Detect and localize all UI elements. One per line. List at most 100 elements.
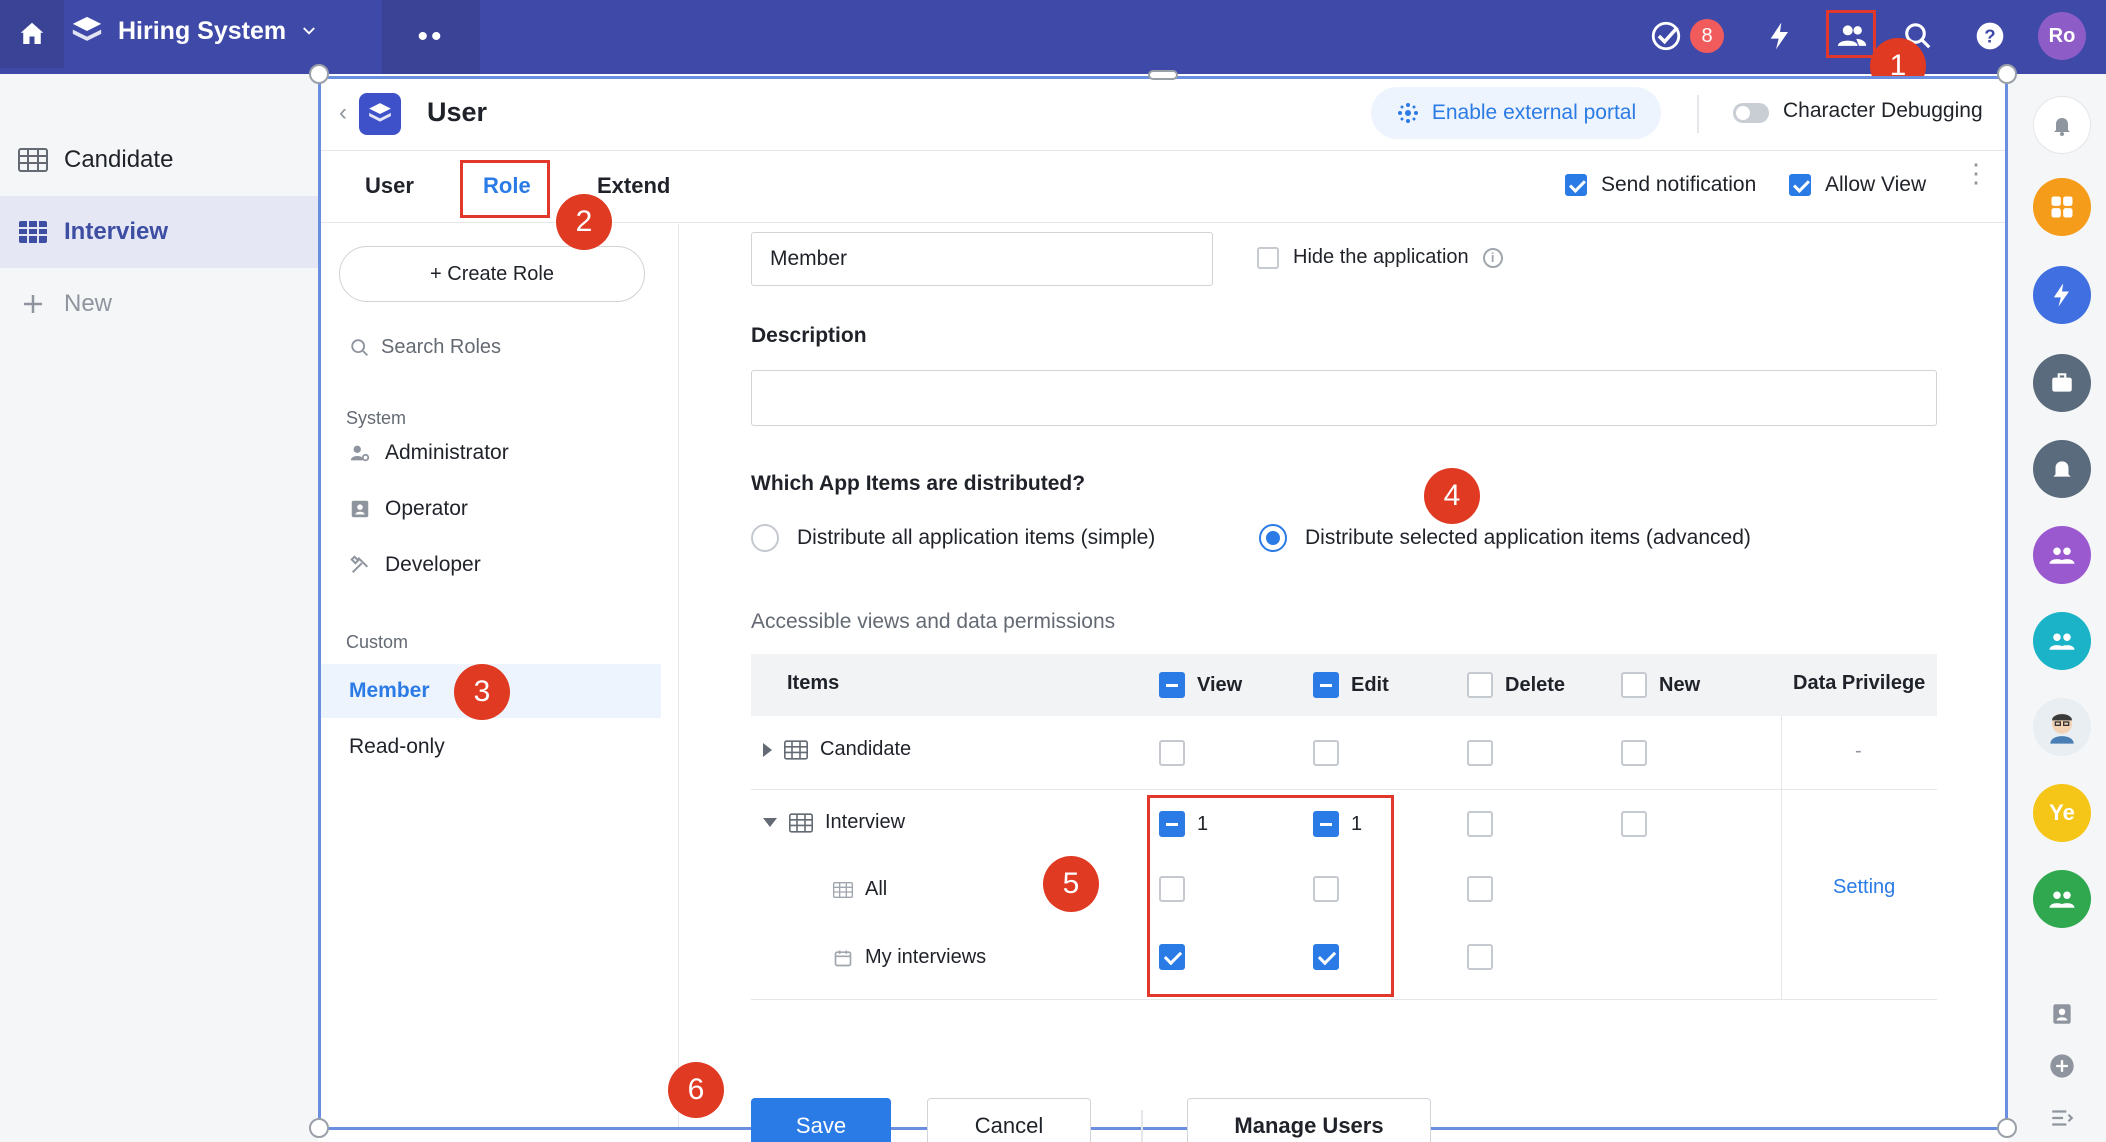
candidate-new-checkbox[interactable] (1621, 740, 1647, 766)
resize-handle[interactable] (309, 1118, 329, 1138)
cancel-button[interactable]: Cancel (927, 1098, 1091, 1142)
interview-new-checkbox[interactable] (1621, 811, 1647, 837)
plus-icon (24, 295, 42, 313)
table-row-interview[interactable]: Interview (763, 811, 905, 834)
portal-button-label: Enable external portal (1431, 101, 1637, 124)
resize-handle[interactable] (1997, 1118, 2017, 1138)
character-debugging-toggle[interactable] (1733, 103, 1769, 123)
table-row-my-interviews[interactable]: My interviews (833, 946, 986, 969)
role-label: Operator (385, 497, 468, 520)
resize-handle[interactable] (1148, 70, 1178, 80)
app-switcher[interactable]: Hiring System (70, 14, 318, 48)
row-divider (751, 789, 1937, 790)
new-all-checkbox[interactable] (1621, 672, 1647, 698)
search-roles-input[interactable]: Search Roles (349, 336, 501, 359)
bell-icon[interactable] (2033, 96, 2091, 154)
role-name-input[interactable]: Member (751, 232, 1213, 286)
tab-extend[interactable]: Extend (597, 173, 670, 199)
column-label: Delete (1505, 673, 1566, 696)
annotation-5: 5 (1043, 856, 1099, 912)
group-avatar-icon[interactable] (2033, 870, 2091, 928)
sidebar-item-new[interactable]: New (0, 268, 318, 340)
right-rail: Ye (2008, 74, 2106, 1142)
candidate-view-checkbox[interactable] (1159, 740, 1185, 766)
add-circle-icon[interactable] (2042, 1046, 2082, 1086)
team-avatar-icon[interactable] (2033, 612, 2091, 670)
person-avatar-icon[interactable] (2033, 698, 2091, 756)
sidebar-item-interview[interactable]: Interview (0, 196, 318, 268)
manage-users-button[interactable]: Manage Users (1187, 1098, 1431, 1142)
column-header-edit[interactable]: Edit (1313, 672, 1389, 698)
notification-app-icon[interactable] (2033, 440, 2091, 498)
hide-application-checkbox[interactable]: Hide the application i (1257, 246, 1503, 269)
interview-delete-checkbox[interactable] (1467, 811, 1493, 837)
app-sidebar: Candidate Interview New (0, 74, 318, 1142)
expand-icon[interactable] (763, 742, 772, 757)
dialog-header: ‹ User Enable external portal Character … (321, 79, 2005, 151)
resize-handle[interactable] (309, 64, 329, 84)
distribute-advanced-radio[interactable]: Distribute selected application items (a… (1259, 524, 1751, 552)
tab-user[interactable]: User (365, 173, 414, 199)
sidebar-item-candidate[interactable]: Candidate (0, 124, 318, 196)
delete-all-checkbox[interactable] (1467, 672, 1493, 698)
app-grid-icon[interactable] (2033, 178, 2091, 236)
allow-view-label: Allow View (1825, 173, 1927, 196)
annotation-3: 3 (454, 664, 510, 720)
save-button[interactable]: Save (751, 1098, 891, 1142)
sidebar-item-label: Interview (64, 218, 169, 245)
divider (1697, 95, 1699, 133)
create-role-button[interactable]: + Create Role (339, 246, 645, 302)
table-icon (784, 739, 808, 760)
automation-icon[interactable] (1760, 16, 1800, 56)
svg-text:?: ? (1984, 26, 1995, 47)
role-item-administrator[interactable]: Administrator (321, 426, 661, 480)
edit-all-checkbox[interactable] (1313, 672, 1339, 698)
calendar-view-icon (834, 950, 852, 966)
role-item-operator[interactable]: Operator (321, 482, 661, 536)
enable-external-portal-button[interactable]: Enable external portal (1371, 87, 1661, 139)
chevron-down-icon (303, 27, 316, 35)
checkbox (1565, 174, 1587, 196)
user-avatar[interactable]: Ro (2038, 12, 2086, 60)
candidate-delete-checkbox[interactable] (1467, 740, 1493, 766)
my-interviews-delete-checkbox[interactable] (1467, 944, 1493, 970)
tasks-icon[interactable] (1646, 16, 1686, 56)
resize-handle[interactable] (1997, 64, 2017, 84)
collapse-icon[interactable] (763, 818, 777, 827)
row-label: Candidate (820, 738, 912, 760)
table-row-candidate[interactable]: Candidate (763, 738, 911, 761)
table-row-all[interactable]: All (833, 878, 887, 901)
portal-icon (1397, 103, 1418, 123)
group-avatar-icon[interactable] (2033, 526, 2091, 584)
info-icon[interactable]: i (1482, 247, 1503, 268)
allow-view-checkbox[interactable]: Allow View (1789, 173, 1926, 197)
user-avatar-ye[interactable]: Ye (2033, 784, 2091, 842)
home-button[interactable] (0, 0, 64, 68)
more-options-icon[interactable]: ⋮ (1963, 160, 1989, 186)
back-icon[interactable]: ‹ (339, 99, 347, 127)
send-notification-checkbox[interactable]: Send notification (1565, 173, 1756, 197)
distribute-simple-label: Distribute all application items (simple… (797, 526, 1156, 549)
view-all-checkbox[interactable] (1159, 672, 1185, 698)
all-delete-checkbox[interactable] (1467, 876, 1493, 902)
more-apps-button[interactable]: •• (382, 0, 480, 74)
description-label: Description (751, 324, 867, 347)
collapse-list-icon[interactable] (2042, 1098, 2082, 1138)
column-header-delete[interactable]: Delete (1467, 672, 1565, 698)
contacts-icon[interactable] (2042, 994, 2082, 1034)
candidate-edit-checkbox[interactable] (1313, 740, 1339, 766)
column-header-view[interactable]: View (1159, 672, 1242, 698)
sidebar-item-label: Candidate (64, 146, 174, 173)
help-icon[interactable]: ? (1970, 16, 2010, 56)
group-label-custom: Custom (346, 632, 409, 652)
role-item-developer[interactable]: Developer (321, 538, 661, 592)
row-label: All (865, 878, 888, 900)
radio (751, 524, 779, 552)
automation-app-icon[interactable] (2033, 266, 2091, 324)
briefcase-icon[interactable] (2033, 354, 2091, 412)
description-input[interactable] (751, 370, 1937, 426)
column-header-new[interactable]: New (1621, 672, 1700, 698)
data-privilege-setting-link[interactable]: Setting (1833, 876, 1895, 899)
role-item-read-only[interactable]: Read-only (321, 720, 661, 774)
distribute-simple-radio[interactable]: Distribute all application items (simple… (751, 524, 1155, 552)
